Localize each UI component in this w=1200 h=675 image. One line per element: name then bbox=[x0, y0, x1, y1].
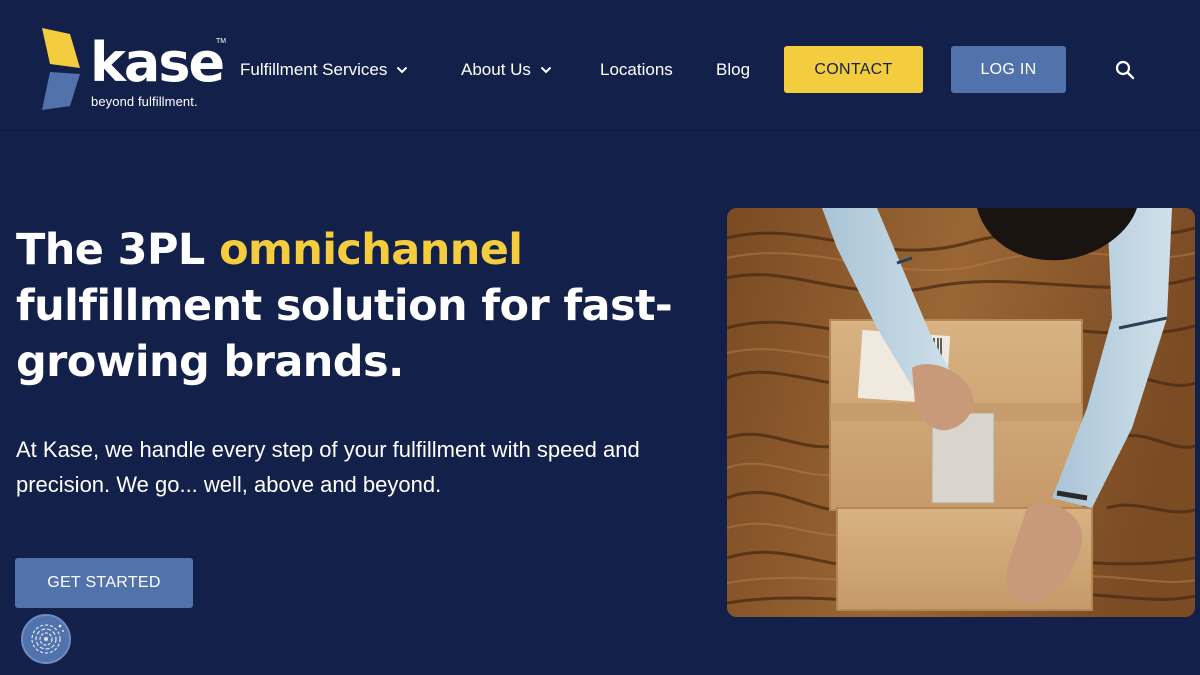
nav-fulfillment-services[interactable]: Fulfillment Services bbox=[240, 58, 408, 82]
search-icon[interactable] bbox=[1114, 59, 1136, 81]
nav-locations[interactable]: Locations bbox=[600, 58, 673, 82]
chevron-down-icon bbox=[540, 66, 552, 74]
contact-button[interactable]: CONTACT bbox=[784, 46, 923, 93]
site-header: kase TM beyond fulfillment. Fulfillment … bbox=[0, 0, 1200, 131]
hero-title-accent: omnichannel bbox=[219, 225, 523, 275]
logo-trademark: TM bbox=[216, 38, 227, 45]
page: kase TM beyond fulfillment. Fulfillment … bbox=[0, 0, 1200, 675]
hero-title-part1: The 3PL bbox=[16, 225, 220, 275]
kase-logo[interactable]: kase TM beyond fulfillment. bbox=[40, 28, 240, 112]
packing-box-photo bbox=[727, 208, 1195, 617]
get-started-button[interactable]: GET STARTED bbox=[15, 558, 193, 608]
hero-title: The 3PL omnichannel fulfillment solution… bbox=[16, 222, 706, 390]
nav-about-us[interactable]: About Us bbox=[461, 58, 552, 82]
logo-mark-icon bbox=[42, 28, 80, 110]
fingerprint-icon bbox=[31, 624, 64, 654]
chevron-down-icon bbox=[397, 66, 408, 74]
accessibility-badge[interactable] bbox=[21, 614, 71, 664]
nav-label: Fulfillment Services bbox=[240, 60, 388, 79]
nav-label: About Us bbox=[461, 60, 531, 79]
nav-label: Locations bbox=[600, 60, 673, 79]
hero-title-part2: fulfillment solution for fast-growing br… bbox=[16, 281, 673, 387]
hero-packing-photo bbox=[727, 208, 1195, 617]
login-button[interactable]: LOG IN bbox=[951, 46, 1066, 93]
nav-blog[interactable]: Blog bbox=[716, 58, 750, 82]
logo-tagline: beyond fulfillment. bbox=[91, 94, 198, 109]
logo-wordmark: kase bbox=[90, 31, 225, 94]
nav-label: Blog bbox=[716, 60, 751, 79]
hero-subtitle: At Kase, we handle every step of your fu… bbox=[16, 437, 640, 497]
